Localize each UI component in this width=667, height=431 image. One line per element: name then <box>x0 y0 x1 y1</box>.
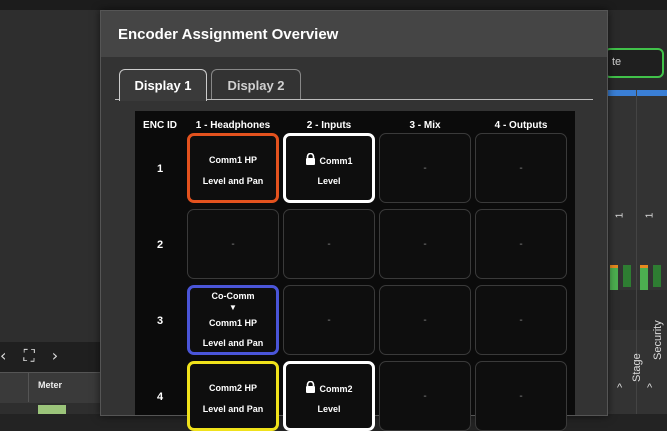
strip-number: 1 <box>614 212 626 219</box>
encoder-cell[interactable]: Comm2 Level <box>283 361 375 431</box>
strip-label: Stage <box>631 353 643 382</box>
cell-subtitle: Level <box>317 176 341 186</box>
column-header-headphones: 1 - Headphones <box>195 120 271 131</box>
encoder-cell[interactable]: - <box>475 133 567 203</box>
cell-empty: - <box>327 239 331 250</box>
dialog-title-bar: Encoder Assignment Overview <box>101 11 607 57</box>
strip-meter <box>610 265 618 290</box>
lock-icon <box>306 381 316 393</box>
update-button[interactable]: te <box>604 48 664 78</box>
column-header-inputs: 2 - Inputs <box>306 120 352 131</box>
strip-highlight <box>637 90 667 96</box>
encoder-grid: ENC ID 1 - Headphones 2 - Inputs 3 - Mix… <box>135 111 575 431</box>
dialog-title: Encoder Assignment Overview <box>118 26 339 43</box>
column-header-outputs: 4 - Outputs <box>494 120 548 131</box>
column-divider <box>28 372 29 402</box>
encoder-cell[interactable]: Comm1 HP Level and Pan <box>187 133 279 203</box>
column-header-mix: 3 - Mix <box>409 120 441 131</box>
strip-meter <box>653 265 661 287</box>
encoder-cell[interactable]: - <box>283 285 375 355</box>
cell-empty: - <box>519 315 523 326</box>
cell-empty: - <box>423 315 427 326</box>
encoder-cell[interactable]: Comm2 HP Level and Pan <box>187 361 279 431</box>
cell-empty: - <box>423 391 427 402</box>
strip-meter <box>640 265 648 290</box>
lock-icon <box>306 153 316 165</box>
view-nav-controls[interactable]: ‹ ⛶ › <box>0 346 64 366</box>
cell-subtitle: Level and Pan <box>202 338 264 348</box>
app-top-bar <box>0 0 667 10</box>
cell-title: Comm1 <box>319 156 353 166</box>
tab-label: Display 2 <box>227 78 285 93</box>
encoder-cell[interactable]: - <box>379 285 471 355</box>
encoder-cell[interactable]: - <box>475 285 567 355</box>
down-arrow-icon: ▼ <box>229 303 237 312</box>
cell-subtitle: Level <box>317 404 341 414</box>
encoder-cell[interactable]: Comm1 Level <box>283 133 375 203</box>
cell-title: Comm1 HP <box>208 155 257 165</box>
tab-display-2[interactable]: Display 2 <box>211 69 301 100</box>
cell-subtitle: Comm1 HP <box>208 318 257 328</box>
column-header-enc-id: ENC ID <box>143 120 177 131</box>
strip-number: 1 <box>644 212 656 219</box>
channel-strip[interactable]: 1 Stage ^ <box>631 90 667 414</box>
cell-empty: - <box>519 391 523 402</box>
encoder-cell[interactable]: Co-Comm ▼ Comm1 HP Level and Pan <box>187 285 279 355</box>
tab-label: Display 1 <box>134 78 192 93</box>
encoder-cell[interactable]: - <box>475 361 567 431</box>
encoder-cell[interactable]: - <box>379 133 471 203</box>
encoder-cell[interactable]: - <box>475 209 567 279</box>
enc-id: 1 <box>156 163 164 175</box>
cell-empty: - <box>327 315 331 326</box>
encoder-cell[interactable]: - <box>379 361 471 431</box>
cell-empty: - <box>423 239 427 250</box>
chevron-up-icon[interactable]: ^ <box>647 382 652 394</box>
meter-level-bar <box>38 405 66 414</box>
cell-subtitle: Level and Pan <box>202 404 264 414</box>
enc-id: 4 <box>156 391 164 403</box>
strip-highlight <box>607 90 637 96</box>
encoder-cell[interactable]: - <box>187 209 279 279</box>
update-button-label: te <box>612 56 622 68</box>
enc-id: 2 <box>156 239 164 251</box>
cell-title: Co-Comm <box>211 291 255 301</box>
strip-meter <box>623 265 631 287</box>
cell-empty: - <box>423 163 427 174</box>
cell-title: Comm2 <box>319 384 353 394</box>
cell-empty: - <box>519 239 523 250</box>
cell-empty: - <box>519 163 523 174</box>
cell-subtitle: Level and Pan <box>202 176 264 186</box>
enc-id: 3 <box>156 315 164 327</box>
encoder-cell[interactable]: - <box>283 209 375 279</box>
cell-empty: - <box>231 239 235 250</box>
chevron-up-icon[interactable]: ^ <box>617 382 622 394</box>
strip-label: Security <box>652 320 664 360</box>
encoder-assignment-dialog: Encoder Assignment Overview Display 1 Di… <box>100 10 608 431</box>
cell-title: Comm2 HP <box>208 383 257 393</box>
encoder-cell[interactable]: - <box>379 209 471 279</box>
meter-label: Meter <box>38 380 63 390</box>
tab-display-1[interactable]: Display 1 <box>119 69 207 101</box>
